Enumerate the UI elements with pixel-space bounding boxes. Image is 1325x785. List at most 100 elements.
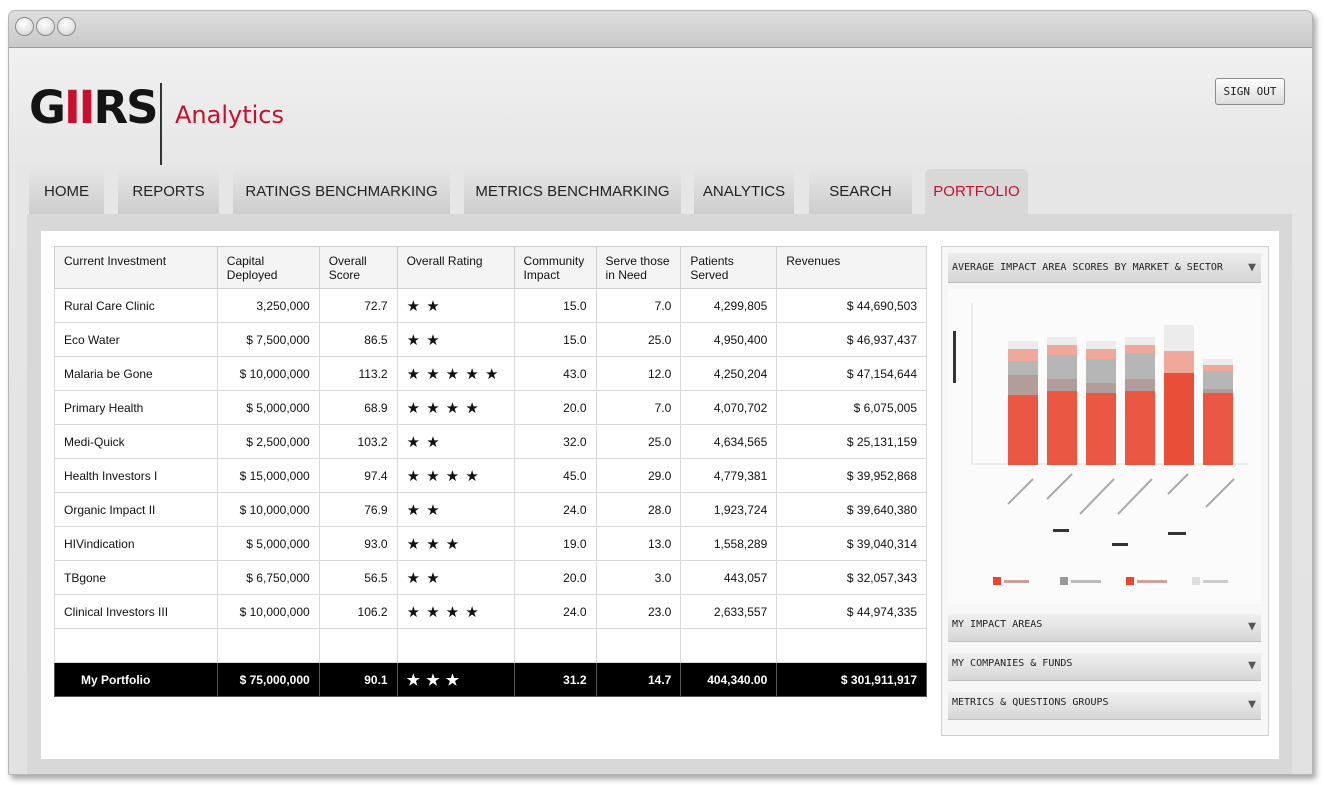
capital-deployed: $ 15,000,000	[216, 458, 320, 493]
table-row[interactable]: Primary Health $ 5,000,000 68.9 ★ ★ ★ ★ …	[54, 390, 927, 425]
revenues: $ 47,154,644	[776, 356, 927, 391]
serve-those-in-need: 7.0	[595, 288, 682, 323]
tab-analytics[interactable]: ANALYTICS	[694, 169, 794, 214]
close-window-button[interactable]	[15, 17, 34, 36]
portfolio-total-patients: 404,340.00	[680, 662, 778, 697]
revenues: $ 44,690,503	[776, 288, 927, 323]
capital-deployed: $ 2,500,000	[216, 424, 320, 459]
revenues: $ 46,937,437	[776, 322, 927, 357]
table-row[interactable]: HIVindication $ 5,000,000 93.0 ★ ★ ★ 19.…	[54, 526, 927, 561]
star-rating: ★ ★ ★ ★	[396, 458, 515, 493]
tab-metrics-benchmarking[interactable]: METRICS BENCHMARKING	[464, 169, 681, 214]
serve-those-in-need: 28.0	[595, 492, 682, 527]
star-rating: ★ ★ ★ ★	[396, 390, 515, 425]
dropdown-triangle-icon: ▼	[1248, 260, 1256, 275]
portfolio-total-rating: ★ ★ ★	[396, 662, 515, 697]
table-row[interactable]: Rural Care Clinic 3,250,000 72.7 ★ ★ 15.…	[54, 288, 927, 323]
serve-those-in-need: 25.0	[595, 322, 682, 357]
table-row[interactable]: TBgone $ 6,750,000 56.5 ★ ★ 20.0 3.0 443…	[54, 560, 927, 595]
column-header-community-impact[interactable]: Community Impact	[513, 246, 597, 289]
investment-name[interactable]: HIVindication	[54, 526, 218, 561]
serve-those-in-need: 25.0	[595, 424, 682, 459]
overall-score: 72.7	[318, 288, 398, 323]
my-impact-areas-label: MY IMPACT AREAS	[952, 619, 1043, 630]
table-row[interactable]: Health Investors I $ 15,000,000 97.4 ★ ★…	[54, 458, 927, 493]
portfolio-total-name[interactable]: My Portfolio	[54, 662, 218, 697]
chart-bar	[1203, 359, 1233, 465]
metrics-questions-groups-label: METRICS & QUESTIONS GROUPS	[952, 697, 1109, 708]
tab-search[interactable]: SEARCH	[809, 169, 912, 214]
community-impact: 15.0	[513, 322, 597, 357]
portfolio-content: Current Investment Capital Deployed Over…	[41, 231, 1279, 759]
column-header-current-investment[interactable]: Current Investment	[54, 246, 218, 289]
overall-score: 103.2	[318, 424, 398, 459]
sign-out-button[interactable]: SIGN OUT	[1215, 78, 1285, 105]
dropdown-triangle-icon: ▼	[1248, 619, 1256, 634]
community-impact: 20.0	[513, 560, 597, 595]
patients-served: 4,070,702	[680, 390, 778, 425]
revenues: $ 32,057,343	[776, 560, 927, 595]
community-impact: 15.0	[513, 288, 597, 323]
star-rating: ★ ★	[396, 492, 515, 527]
table-row-portfolio-total[interactable]: My Portfolio $ 75,000,000 90.1 ★ ★ ★ 31.…	[54, 662, 927, 697]
overall-score: 97.4	[318, 458, 398, 493]
minimize-window-button[interactable]	[36, 17, 55, 36]
overall-score: 68.9	[318, 390, 398, 425]
tab-ratings-benchmarking[interactable]: RATINGS BENCHMARKING	[233, 169, 450, 214]
column-header-serve-those-in-need[interactable]: Serve those in Need	[595, 246, 682, 289]
dropdown-triangle-icon: ▼	[1248, 658, 1256, 673]
star-rating: ★ ★ ★ ★	[396, 594, 515, 629]
blurred-axis-group-labels	[1053, 529, 1186, 546]
patients-served: 4,299,805	[680, 288, 778, 323]
tab-home[interactable]: HOME	[29, 169, 104, 214]
table-row[interactable]: Clinical Investors III $ 10,000,000 106.…	[54, 594, 927, 629]
investment-name[interactable]: Malaria be Gone	[54, 356, 218, 391]
table-row[interactable]: Organic Impact II $ 10,000,000 76.9 ★ ★ …	[54, 492, 927, 527]
logo-letters-rs: RS	[93, 81, 158, 134]
my-impact-areas-accordion[interactable]: MY IMPACT AREAS ▼	[948, 614, 1261, 642]
serve-those-in-need: 23.0	[595, 594, 682, 629]
giirs-logo[interactable]: GIIRS Analytics	[29, 81, 284, 165]
column-header-revenues[interactable]: Revenues	[776, 246, 927, 289]
chart-dropdown-header[interactable]: AVERAGE IMPACT AREA SCORES BY MARKET & S…	[948, 253, 1261, 283]
capital-deployed: $ 10,000,000	[216, 492, 320, 527]
serve-those-in-need: 29.0	[595, 458, 682, 493]
table-row[interactable]: Malaria be Gone $ 10,000,000 113.2 ★ ★ ★…	[54, 356, 927, 391]
revenues: $ 25,131,159	[776, 424, 927, 459]
chart-bar	[1164, 325, 1194, 465]
impact-scores-chart	[948, 289, 1261, 604]
overall-score: 106.2	[318, 594, 398, 629]
investment-name[interactable]: TBgone	[54, 560, 218, 595]
revenues: $ 39,640,380	[776, 492, 927, 527]
investment-name[interactable]: Organic Impact II	[54, 492, 218, 527]
investment-name[interactable]: Medi-Quick	[54, 424, 218, 459]
my-companies-funds-accordion[interactable]: MY COMPANIES & FUNDS ▼	[948, 653, 1261, 681]
investment-name[interactable]: Primary Health	[54, 390, 218, 425]
column-header-capital-deployed[interactable]: Capital Deployed	[216, 246, 320, 289]
investment-name[interactable]: Rural Care Clinic	[54, 288, 218, 323]
tab-reports[interactable]: REPORTS	[118, 169, 219, 214]
capital-deployed: $ 10,000,000	[216, 356, 320, 391]
chart-bar	[1047, 337, 1077, 465]
column-header-overall-rating[interactable]: Overall Rating	[396, 246, 515, 289]
analytics-side-panel: AVERAGE IMPACT AREA SCORES BY MARKET & S…	[941, 246, 1269, 736]
maximize-window-button[interactable]	[57, 17, 76, 36]
metrics-questions-groups-accordion[interactable]: METRICS & QUESTIONS GROUPS ▼	[948, 692, 1261, 720]
serve-those-in-need: 7.0	[595, 390, 682, 425]
serve-those-in-need: 3.0	[595, 560, 682, 595]
column-header-overall-score[interactable]: Overall Score	[318, 246, 398, 289]
table-row[interactable]: Eco Water $ 7,500,000 86.5 ★ ★ 15.0 25.0…	[54, 322, 927, 357]
column-header-patients-served[interactable]: Patients Served	[680, 246, 778, 289]
capital-deployed: $ 5,000,000	[216, 390, 320, 425]
investment-name[interactable]: Clinical Investors III	[54, 594, 218, 629]
tab-portfolio[interactable]: PORTFOLIO	[925, 169, 1028, 216]
dropdown-triangle-icon: ▼	[1248, 697, 1256, 712]
star-rating: ★ ★ ★	[396, 526, 515, 561]
overall-score: 93.0	[318, 526, 398, 561]
blurred-chart-legend	[993, 577, 1228, 585]
overall-score: 113.2	[318, 356, 398, 391]
investment-name[interactable]: Health Investors I	[54, 458, 218, 493]
community-impact: 43.0	[513, 356, 597, 391]
table-row[interactable]: Medi-Quick $ 2,500,000 103.2 ★ ★ 32.0 25…	[54, 424, 927, 459]
investment-name[interactable]: Eco Water	[54, 322, 218, 357]
